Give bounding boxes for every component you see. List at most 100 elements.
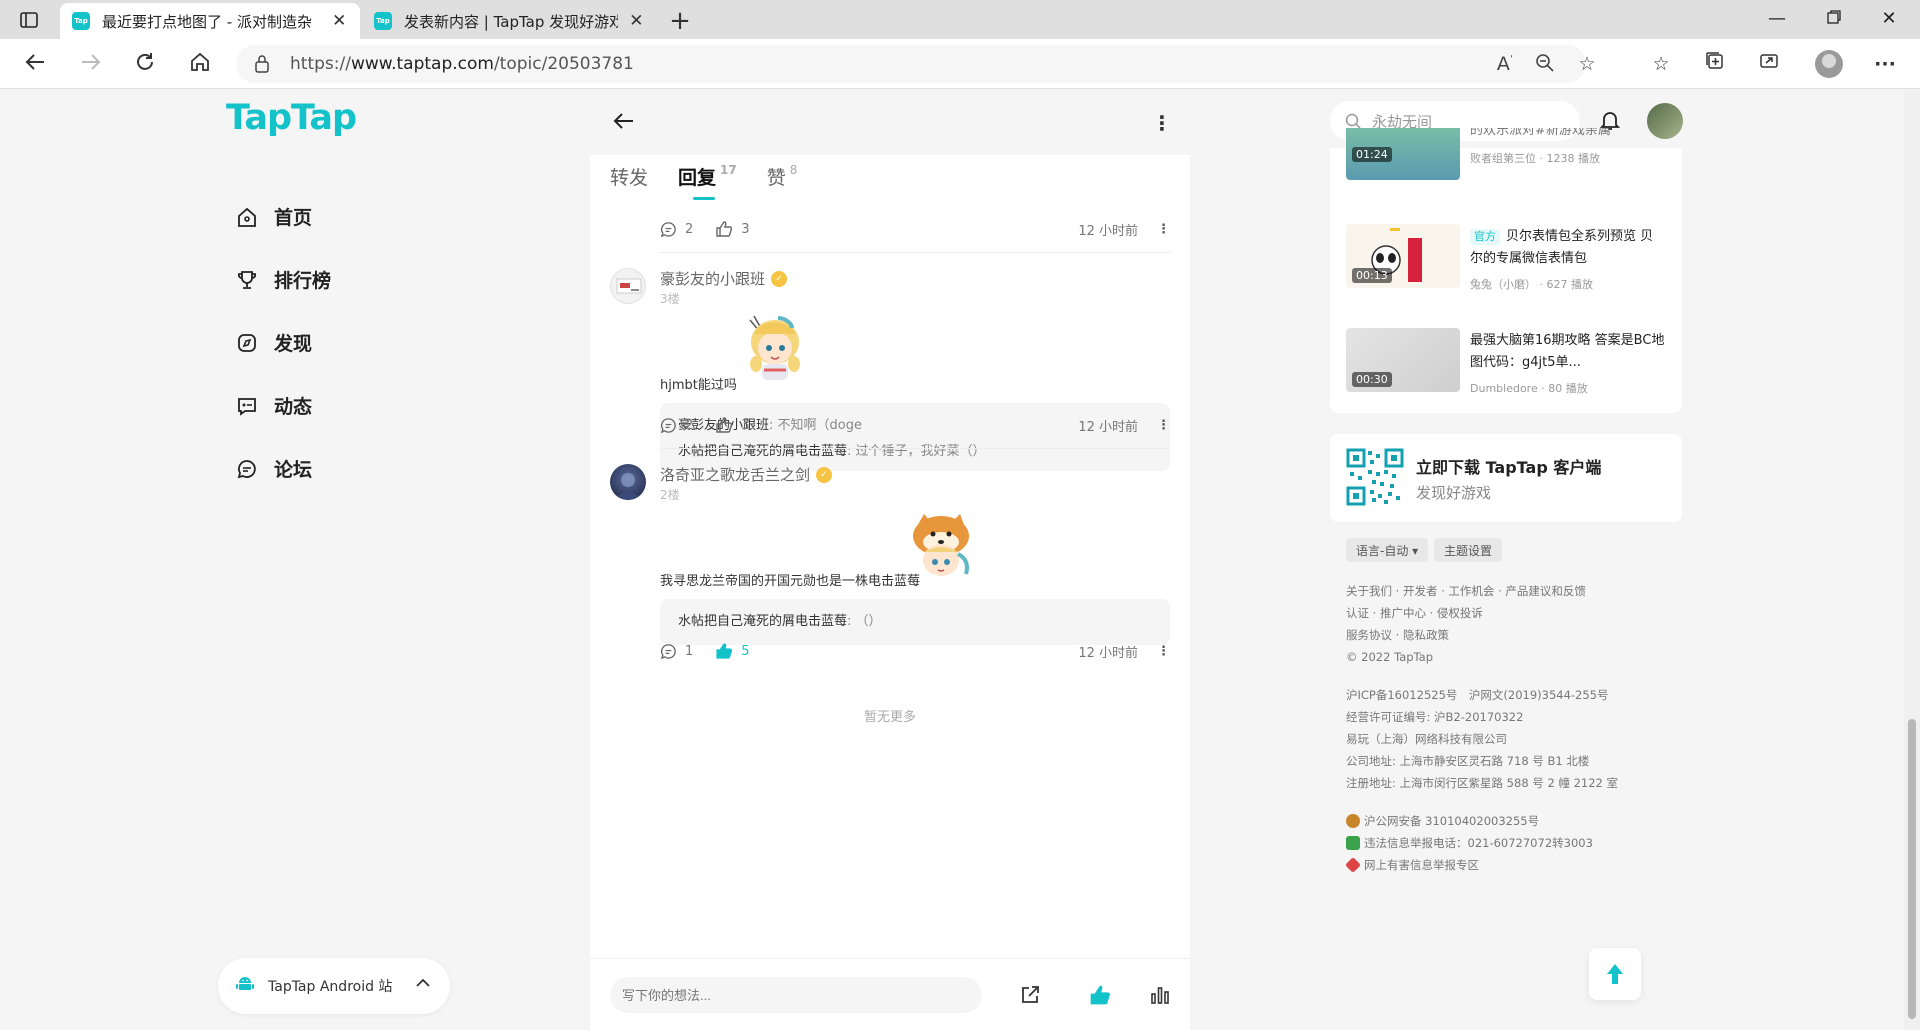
scrollbar-thumb[interactable] [1908,719,1916,1019]
arrow-up-icon [1607,964,1623,984]
topic-header: ⋮ [590,89,1190,155]
video-item[interactable]: 00:13 官方 贝尔表情包全系列预览 贝尔的专属微信表情包 兔兔（小磨） · 6… [1346,224,1666,291]
zoom-out-icon[interactable] [1532,53,1558,78]
download-client-card[interactable]: 立即下载 TapTap 客户端 发现好游戏 [1330,434,1682,522]
reply-more-icon[interactable]: ⋮ [1157,418,1170,433]
side-nav-ranking[interactable]: 排行榜 [232,248,331,311]
side-nav-discover[interactable]: 发现 [232,311,331,374]
comment-button[interactable]: 2 [660,417,693,434]
footer-link-line[interactable]: 认证 · 推广中心 · 侵权投诉 [1346,602,1586,624]
side-nav-label: 动态 [274,396,313,418]
restore-icon[interactable] [1819,8,1849,29]
reply-more-icon[interactable]: ⋮ [1157,222,1170,237]
new-tab-icon[interactable]: + [666,6,694,36]
more-options-icon[interactable]: ⋮ [1152,111,1172,135]
tab-count: 17 [720,163,737,177]
close-tab-icon[interactable]: ✕ [628,11,645,31]
language-button[interactable]: 语言-自动 ▾ [1346,538,1429,562]
side-nav-label: 论坛 [274,459,313,481]
reply-more-icon[interactable]: ⋮ [1157,644,1170,659]
license-line[interactable]: 经营许可证编号: 沪B2-20170322 [1346,706,1618,728]
reply-time: 12 小时前 [1078,419,1138,435]
lock-icon[interactable] [254,54,270,78]
author-name: 洛奇亚之歌龙舌兰之剑 [660,466,811,484]
collections-icon[interactable] [1702,51,1728,77]
beian-row[interactable]: 网上有害信息举报专区 [1345,854,1593,876]
video-list: 01:24 的欢乐派对#新游戏亲属 败者组第三位 · 1238 播放 00:13… [1330,128,1682,413]
sub-reply-author[interactable]: 水帖把自己淹死的屑电击蓝莓 [678,614,847,629]
video-title[interactable]: 官方 贝尔表情包全系列预览 贝尔的专属微信表情包 [1470,226,1666,270]
comment-button[interactable]: 2 [660,221,693,238]
avatar[interactable] [610,268,646,304]
reply-author[interactable]: 豪彭友的小跟班 ✓ [660,268,788,289]
taptap-logo[interactable]: TapTap [226,98,357,138]
side-nav-forum[interactable]: 论坛 [232,437,331,500]
video-item[interactable]: 01:24 的欢乐派对#新游戏亲属 败者组第三位 · 1238 播放 [1346,128,1666,182]
video-duration: 00:30 [1352,372,1392,387]
browser-tab-active[interactable]: Tap 最近要打点地图了 - 派对制造杂 ✕ [60,3,360,39]
video-item[interactable]: 00:30 最强大脑第16期攻略 答案是BC地图代码：g4jt5单... Dum… [1346,328,1666,395]
side-nav-label: 首页 [274,207,313,229]
forward-icon[interactable] [77,51,105,77]
like-button[interactable]: 3 [715,416,750,434]
theme-settings-button[interactable]: 主题设置 [1434,538,1503,562]
home-browser-icon[interactable] [186,51,214,77]
comment-button[interactable]: 1 [660,643,693,660]
like-count: 3 [741,417,750,433]
download-title: 立即下载 TapTap 客户端 [1416,458,1602,477]
url-text[interactable]: https://www.taptap.com/topic/20503781 [290,54,634,74]
minimize-icon[interactable]: — [1762,8,1792,29]
settings-more-icon[interactable]: ··· [1872,51,1898,77]
read-aloud-icon[interactable]: Aʼ [1492,53,1518,75]
scroll-to-top-button[interactable] [1589,948,1641,1000]
download-subtitle: 发现好游戏 [1416,484,1492,502]
harmful-info-icon [1345,857,1361,873]
video-thumbnail[interactable]: 00:30 [1346,328,1460,392]
like-count: 5 [741,643,750,659]
refresh-icon[interactable] [131,51,159,77]
divider [660,252,1170,253]
video-thumbnail[interactable]: 01:24 [1346,128,1460,180]
footer-link-line[interactable]: 服务协议 · 隐私政策 [1346,624,1586,646]
stats-icon[interactable] [1146,981,1174,1009]
back-icon[interactable] [21,51,49,77]
browser-profile-avatar[interactable] [1815,50,1843,78]
side-nav-feed[interactable]: 动态 [232,374,331,437]
favorites-icon[interactable]: ☆ [1648,51,1674,77]
page-scrollbar[interactable] [1904,89,1920,1030]
beian-row[interactable]: 沪公网安备 31010402003255号 [1346,810,1593,832]
back-arrow-icon[interactable] [612,111,634,135]
url-bar[interactable]: https://www.taptap.com/topic/20503781 Aʼ… [236,45,1596,83]
video-title[interactable]: 的欢乐派对#新游戏亲属 [1470,128,1666,142]
browser-tab[interactable]: Tap 发表新内容 | TapTap 发现好游戏 ✕ [362,3,657,39]
reply-author[interactable]: 洛奇亚之歌龙舌兰之剑 ✓ [660,464,833,485]
tab-likes[interactable]: 赞8 [767,163,798,190]
url-scheme: https:// [290,54,351,74]
comment-input[interactable] [610,977,982,1013]
avatar[interactable] [610,464,646,500]
icp-line[interactable]: 沪ICP备16012525号 沪网文(2019)3544-255号 [1346,684,1618,706]
tab-actions-icon[interactable] [18,10,40,30]
replies-panel: 转发 回复 17 赞8 2 3 12 小时前 ⋮ 豪彭友的小跟班 ✓ 3楼 hj… [590,155,1190,960]
like-button[interactable]: 5 [715,642,750,660]
chevron-up-icon[interactable] [414,974,432,996]
android-site-pill[interactable]: TapTap Android 站 [218,958,450,1014]
url-path: /topic/20503781 [493,54,634,74]
beian-row[interactable]: 违法信息举报电话：021-60727072转3003 [1346,832,1593,854]
share-icon[interactable] [1016,981,1044,1009]
tab-replies[interactable]: 回复 17 [678,163,737,200]
like-button[interactable]: 3 [715,220,750,238]
like-filled-icon[interactable] [1086,981,1114,1009]
video-thumbnail[interactable]: 00:13 [1346,224,1460,288]
close-window-icon[interactable]: ✕ [1874,8,1904,29]
tab-forward[interactable]: 转发 [610,163,648,190]
footer-link-line[interactable]: 关于我们 · 开发者 · 工作机会 · 产品建议和反馈 [1346,580,1586,602]
android-site-label: TapTap Android 站 [268,979,393,995]
add-favorite-icon[interactable]: ☆ [1574,53,1600,75]
side-nav-home[interactable]: 首页 [232,185,331,248]
video-title[interactable]: 最强大脑第16期攻略 答案是BC地图代码：g4jt5单... [1470,330,1666,374]
app-icon[interactable] [1756,51,1782,77]
reply-actions: 2 3 12 小时前 ⋮ [660,413,1170,437]
close-tab-icon[interactable]: ✕ [331,11,348,31]
sub-reply-author[interactable]: 水帖把自己淹死的屑电击蓝莓 [678,444,847,459]
